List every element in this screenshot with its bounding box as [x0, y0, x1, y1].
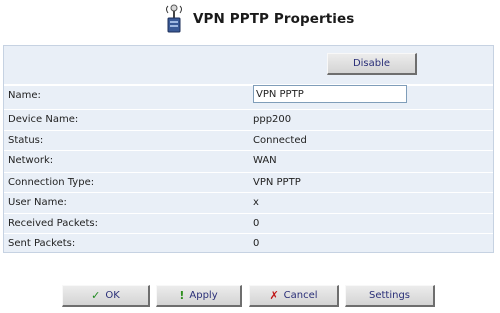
network-value: WAN: [253, 155, 277, 166]
name-row: Name:: [4, 85, 493, 105]
ok-button-label: OK: [105, 290, 120, 301]
page-header: VPN PPTP Properties: [0, 0, 500, 42]
name-input[interactable]: [253, 85, 407, 103]
status-value: Connected: [253, 135, 307, 146]
settings-button[interactable]: Settings: [345, 285, 435, 307]
status-label: Status:: [8, 135, 44, 146]
properties-panel: Disable Name: Device Name: ppp200 Status…: [3, 45, 494, 253]
received-packets-value: 0: [253, 218, 260, 229]
apply-button-label: Apply: [189, 290, 218, 301]
disable-button-label: Disable: [352, 58, 391, 69]
name-label: Name:: [8, 90, 41, 101]
connection-type-value: VPN PPTP: [253, 177, 301, 188]
apply-button[interactable]: ! Apply: [156, 285, 242, 307]
sent-packets-label: Sent Packets:: [8, 238, 76, 249]
user-name-label: User Name:: [8, 197, 67, 208]
network-label: Network:: [8, 155, 54, 166]
sent-packets-value: 0: [253, 238, 260, 249]
cancel-button-label: Cancel: [283, 290, 318, 301]
cancel-button[interactable]: ✗ Cancel: [249, 285, 339, 307]
device-name-value: ppp200: [253, 114, 292, 125]
table-row: Received Packets: 0: [4, 213, 493, 233]
connection-type-label: Connection Type:: [8, 177, 95, 188]
device-name-label: Device Name:: [8, 114, 79, 125]
table-row: Sent Packets: 0: [4, 233, 493, 253]
panel-toolbar: Disable: [4, 46, 493, 85]
page-title: VPN PPTP Properties: [193, 11, 355, 27]
received-packets-label: Received Packets:: [8, 218, 98, 229]
table-row: User Name: x: [4, 192, 493, 212]
settings-button-label: Settings: [368, 290, 410, 301]
ok-button[interactable]: ✓ OK: [62, 285, 150, 307]
user-name-value: x: [253, 197, 259, 208]
table-row: Network: WAN: [4, 150, 493, 170]
exclamation-icon: !: [179, 289, 185, 302]
check-icon: ✓: [91, 289, 101, 302]
network-antenna-icon: [165, 4, 183, 34]
table-row: Connection Type: VPN PPTP: [4, 172, 493, 192]
table-row: Status: Connected: [4, 130, 493, 150]
table-row: Device Name: ppp200: [4, 109, 493, 129]
cross-icon: ✗: [269, 289, 279, 302]
disable-button[interactable]: Disable: [327, 53, 417, 75]
